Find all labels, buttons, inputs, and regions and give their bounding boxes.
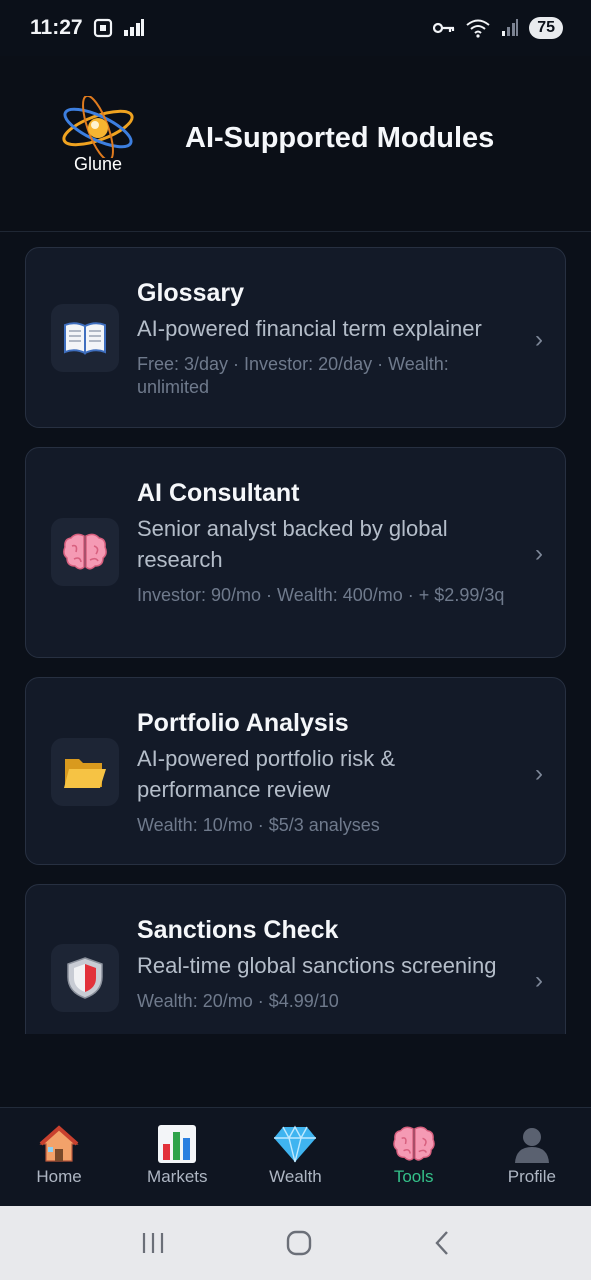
module-pricing: Wealth: 10/mo · $5/3 analyses bbox=[137, 815, 380, 835]
nav-wealth[interactable]: Wealth bbox=[236, 1108, 354, 1206]
chevron-right-icon: › bbox=[535, 967, 543, 994]
nav-home[interactable]: Home bbox=[0, 1108, 118, 1206]
module-description: AI-powered portfolio risk & performance … bbox=[137, 746, 395, 802]
key-icon bbox=[433, 22, 455, 34]
folder-icon bbox=[51, 738, 119, 806]
module-title: Portfolio Analysis bbox=[137, 709, 349, 737]
nav-label: Tools bbox=[393, 1167, 434, 1186]
diamond-icon bbox=[273, 1124, 317, 1164]
nav-label: Profile bbox=[507, 1167, 556, 1186]
logo-text: Glune bbox=[73, 154, 123, 174]
module-card-sanctions-check[interactable]: Sanctions Check Real-time global sanctio… bbox=[25, 884, 566, 1034]
module-title: AI Consultant bbox=[137, 479, 300, 507]
module-card-ai-consultant[interactable]: AI Consultant Senior analyst backed by g… bbox=[25, 447, 566, 658]
glune-logo: Glune bbox=[52, 94, 144, 182]
brain-icon bbox=[51, 518, 119, 586]
page-title: AI-Supported Modules bbox=[185, 122, 495, 154]
recent-apps-icon[interactable] bbox=[140, 1231, 166, 1255]
chevron-right-icon: › bbox=[535, 540, 543, 567]
signal-bars-icon bbox=[123, 19, 144, 36]
house-icon bbox=[37, 1124, 81, 1164]
module-title: Sanctions Check bbox=[137, 916, 339, 944]
module-description: Real-time global sanctions screening bbox=[137, 953, 497, 978]
system-nav-bar bbox=[0, 1206, 591, 1280]
module-card-portfolio-analysis[interactable]: Portfolio Analysis AI-powered portfolio … bbox=[25, 677, 566, 865]
chevron-right-icon: › bbox=[535, 760, 543, 787]
module-description: AI-powered financial term explainer bbox=[137, 316, 482, 341]
shield-icon bbox=[51, 944, 119, 1012]
battery-level: 75 bbox=[529, 17, 563, 39]
back-icon[interactable] bbox=[432, 1229, 452, 1257]
module-pricing: Investor: 90/mo · Wealth: 400/mo · + $2.… bbox=[137, 585, 505, 605]
nav-profile[interactable]: Profile bbox=[473, 1108, 591, 1206]
person-icon bbox=[510, 1124, 554, 1164]
nav-label: Markets bbox=[147, 1167, 208, 1186]
brain-icon bbox=[392, 1124, 436, 1164]
book-icon bbox=[51, 304, 119, 372]
chevron-right-icon: › bbox=[535, 326, 543, 353]
atom-logo-icon bbox=[62, 94, 134, 162]
nav-markets[interactable]: Markets bbox=[118, 1108, 236, 1206]
wifi-icon bbox=[466, 19, 490, 38]
module-list[interactable]: Glossary AI-powered financial term expla… bbox=[0, 232, 591, 1034]
module-card-glossary[interactable]: Glossary AI-powered financial term expla… bbox=[25, 247, 566, 428]
screenshot-icon bbox=[93, 18, 112, 38]
cellular-signal-icon bbox=[502, 19, 519, 36]
module-title: Glossary bbox=[137, 279, 245, 307]
bottom-nav: Home Markets Wealth Tools Profile bbox=[0, 1107, 591, 1206]
bar-chart-icon bbox=[155, 1124, 199, 1164]
status-bar: 11:27 75 bbox=[0, 0, 591, 56]
nav-tools[interactable]: Tools bbox=[355, 1108, 473, 1206]
home-circle-icon[interactable] bbox=[285, 1229, 313, 1257]
nav-label: Wealth bbox=[269, 1167, 322, 1186]
nav-label: Home bbox=[36, 1167, 82, 1186]
module-pricing: Free: 3/day · Investor: 20/day · Wealth:… bbox=[137, 354, 449, 397]
module-pricing: Wealth: 20/mo · $4.99/10 bbox=[137, 991, 339, 1011]
module-description: Senior analyst backed by global research bbox=[137, 516, 448, 572]
app-header: Glune AI-Supported Modules bbox=[0, 56, 591, 232]
clock: 11:27 bbox=[30, 16, 83, 39]
